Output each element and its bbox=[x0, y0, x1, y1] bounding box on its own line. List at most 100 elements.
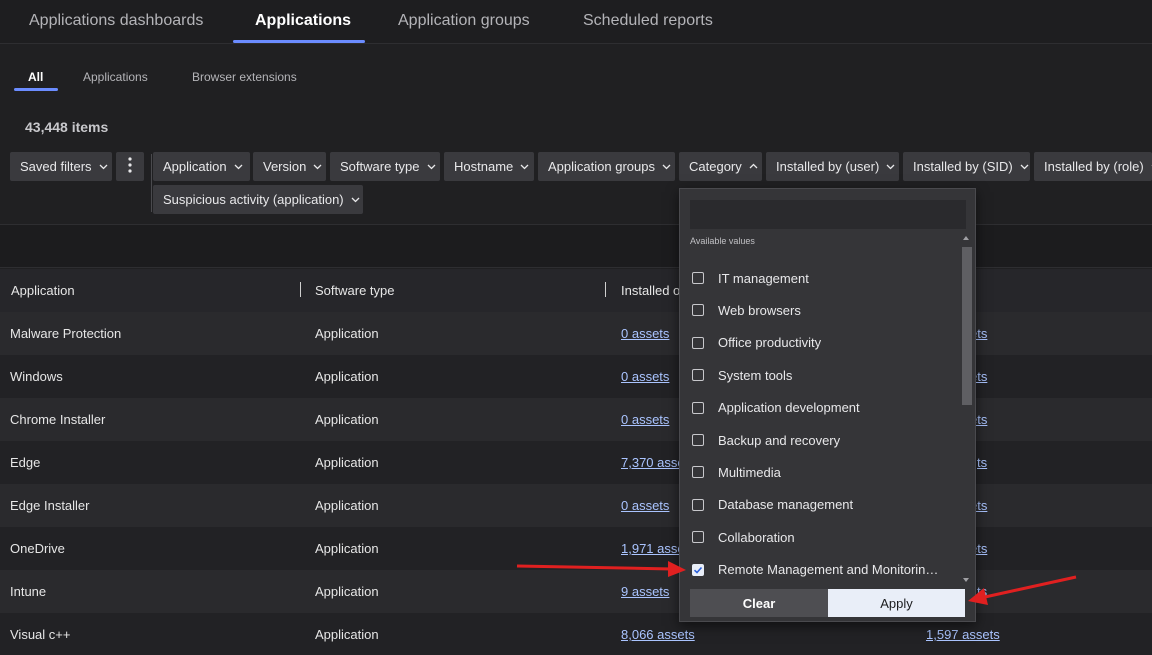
option-label: System tools bbox=[718, 367, 793, 383]
filter-category[interactable]: Category bbox=[679, 152, 762, 181]
filter-separator bbox=[151, 154, 152, 212]
scroll-down-icon[interactable] bbox=[963, 578, 969, 582]
category-option[interactable]: Remote Management and Monitoring … bbox=[690, 558, 955, 582]
scrollbar-thumb[interactable] bbox=[962, 247, 972, 405]
column-header-software-type[interactable]: Software type bbox=[315, 283, 395, 298]
dropdown-scrollbar[interactable] bbox=[961, 233, 972, 585]
cell-software-type: Application bbox=[315, 326, 379, 341]
checkbox[interactable] bbox=[692, 272, 704, 284]
cell-assets-link[interactable]: ts bbox=[977, 584, 987, 599]
filter-hostname[interactable]: Hostname bbox=[444, 152, 534, 181]
saved-filters-button[interactable]: Saved filters bbox=[10, 152, 112, 181]
cell-assets-link[interactable]: ts bbox=[977, 455, 987, 470]
cell-application: Intune bbox=[10, 584, 47, 599]
checkbox[interactable] bbox=[692, 531, 704, 544]
clear-button[interactable]: Clear bbox=[690, 589, 828, 617]
tab-applications-dashboards[interactable]: Applications dashboards bbox=[29, 12, 203, 30]
tab-application-groups[interactable]: Application groups bbox=[398, 12, 530, 30]
subtab-applications[interactable]: Applications bbox=[83, 70, 148, 84]
checkbox[interactable] bbox=[692, 466, 704, 479]
subtab-browser-extensions[interactable]: Browser extensions bbox=[192, 70, 297, 84]
chevron-down-icon bbox=[313, 162, 322, 171]
available-values-caption: Available values bbox=[690, 236, 755, 246]
apply-button[interactable]: Apply bbox=[828, 589, 965, 617]
cell-installed-assets-link[interactable]: 9 assets bbox=[621, 584, 669, 599]
active-tab-indicator bbox=[233, 40, 365, 43]
checkbox[interactable] bbox=[692, 563, 704, 576]
category-option[interactable]: Backup and recovery bbox=[690, 428, 955, 452]
table-row[interactable]: OneDrive Application 1,971 asset ets bbox=[0, 527, 1152, 570]
column-resize-handle[interactable] bbox=[605, 282, 606, 297]
scroll-up-icon[interactable] bbox=[963, 236, 969, 240]
category-option[interactable]: System tools bbox=[690, 363, 955, 387]
category-option[interactable]: IT management bbox=[690, 266, 955, 290]
filter-label: Hostname bbox=[454, 159, 514, 174]
cell-assets-link[interactable]: 1,597 assets bbox=[926, 627, 1000, 642]
checkbox[interactable] bbox=[692, 434, 704, 446]
filter-installed-by-user[interactable]: Installed by (user) bbox=[766, 152, 899, 181]
category-option[interactable]: Multimedia bbox=[690, 460, 955, 484]
chevron-down-icon bbox=[427, 162, 436, 171]
table-row[interactable]: Malware Protection Application 0 assets ets bbox=[0, 312, 1152, 355]
table-row[interactable]: Windows Application 0 assets ets bbox=[0, 355, 1152, 398]
filter-label: Category bbox=[689, 159, 742, 174]
column-header-installed-on[interactable]: Installed o bbox=[621, 283, 680, 298]
table-toolbar-band bbox=[0, 224, 1152, 268]
chevron-down-icon bbox=[351, 195, 360, 204]
category-option[interactable]: Database management bbox=[690, 493, 955, 517]
column-header-application[interactable]: Application bbox=[11, 283, 75, 298]
checkbox[interactable] bbox=[692, 304, 704, 317]
table-row[interactable]: Chrome Installer Application 0 assets ets bbox=[0, 398, 1152, 441]
filter-suspicious-activity[interactable]: Suspicious activity (application) bbox=[153, 185, 363, 214]
cell-application: Malware Protection bbox=[10, 326, 122, 341]
cell-installed-assets-link[interactable]: 0 assets bbox=[621, 326, 669, 341]
table-row[interactable]: Edge Application 7,370 asse ts bbox=[0, 441, 1152, 484]
cell-application: Windows bbox=[10, 369, 63, 384]
cell-installed-assets-link[interactable]: 0 assets bbox=[621, 498, 669, 513]
cell-software-type: Application bbox=[315, 541, 379, 556]
cell-application: Edge Installer bbox=[10, 498, 90, 513]
tab-scheduled-reports[interactable]: Scheduled reports bbox=[583, 12, 713, 30]
checkbox[interactable] bbox=[692, 498, 704, 511]
filter-application-groups[interactable]: Application groups bbox=[538, 152, 675, 181]
table-row[interactable]: Edge Installer Application 0 assets ets bbox=[0, 484, 1152, 527]
cell-installed-assets-link[interactable]: 7,370 asse bbox=[621, 455, 685, 470]
option-label: Database management bbox=[718, 497, 854, 513]
cell-installed-assets-link[interactable]: 8,066 assets bbox=[621, 627, 695, 642]
filter-software-type[interactable]: Software type bbox=[330, 152, 440, 181]
table-row[interactable]: Visual c++ Application 8,066 assets 1,597 a… bbox=[0, 613, 1152, 655]
active-subtab-indicator bbox=[14, 88, 58, 91]
option-label: IT management bbox=[718, 270, 809, 286]
category-search-input[interactable] bbox=[690, 200, 966, 229]
cell-installed-assets-link[interactable]: 0 assets bbox=[621, 412, 669, 427]
chevron-up-icon bbox=[749, 162, 758, 171]
filter-installed-by-sid[interactable]: Installed by (SID) bbox=[903, 152, 1030, 181]
saved-filters-label: Saved filters bbox=[20, 159, 92, 174]
table-row[interactable]: Intune Application 9 assets ts bbox=[0, 570, 1152, 613]
category-option[interactable]: Web browsers bbox=[690, 298, 955, 322]
filter-application[interactable]: Application bbox=[153, 152, 250, 181]
cell-installed-assets-link[interactable]: 0 assets bbox=[621, 369, 669, 384]
tab-applications[interactable]: Applications bbox=[255, 12, 351, 30]
category-option[interactable]: Office productivity bbox=[690, 331, 955, 355]
column-resize-handle[interactable] bbox=[300, 282, 301, 297]
category-option[interactable]: Collaboration bbox=[690, 525, 955, 549]
category-option[interactable]: Application development bbox=[690, 396, 955, 420]
option-label: Office productivity bbox=[718, 335, 822, 351]
filter-label: Application bbox=[163, 159, 227, 174]
option-label: Collaboration bbox=[718, 529, 795, 545]
filter-version[interactable]: Version bbox=[253, 152, 326, 181]
filter-installed-by-role[interactable]: Installed by (role) bbox=[1034, 152, 1152, 181]
chevron-down-icon bbox=[1020, 162, 1029, 171]
cell-software-type: Application bbox=[315, 498, 379, 513]
filter-label: Installed by (user) bbox=[776, 159, 880, 174]
more-options-button[interactable] bbox=[116, 152, 144, 181]
chevron-down-icon bbox=[662, 162, 671, 171]
option-label: Application development bbox=[718, 400, 860, 416]
checkbox[interactable] bbox=[692, 336, 704, 349]
cell-software-type: Application bbox=[315, 369, 379, 384]
subtab-all[interactable]: All bbox=[28, 70, 43, 84]
checkbox[interactable] bbox=[692, 369, 704, 382]
checkbox[interactable] bbox=[692, 401, 704, 414]
cell-application: Edge bbox=[10, 455, 41, 470]
